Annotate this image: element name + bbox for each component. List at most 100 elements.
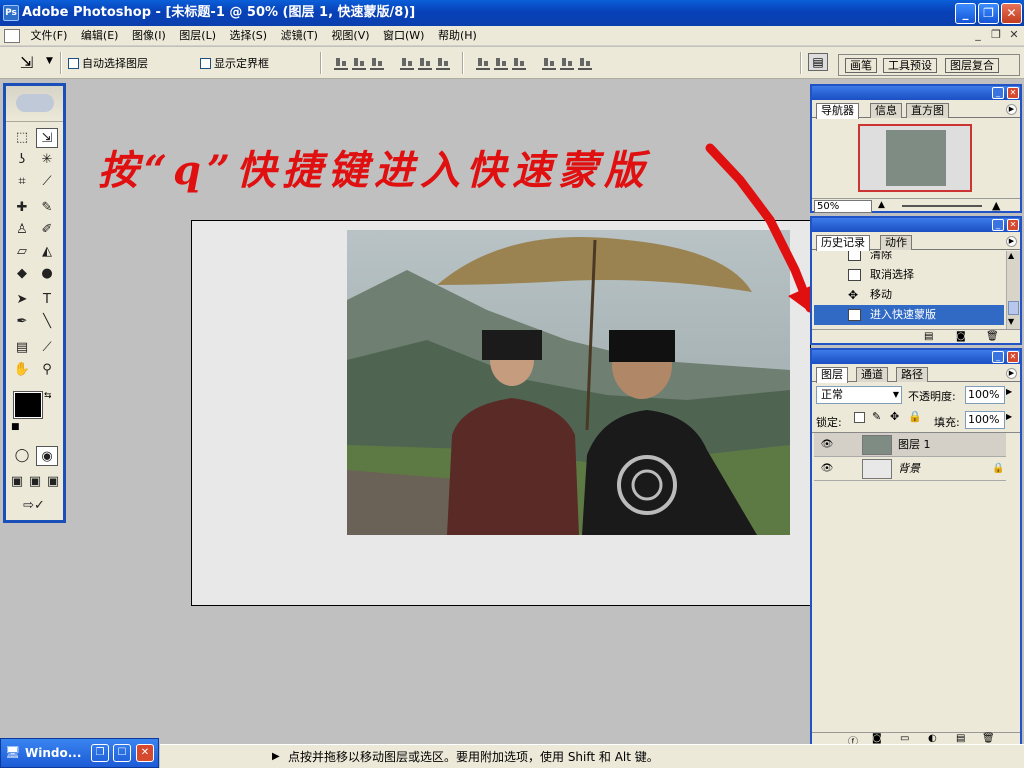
pen-tool-icon[interactable]: ✒ [11,312,33,332]
marquee-tool-icon[interactable]: ⬚ [11,128,33,148]
palette-minimize-button[interactable]: _ [992,87,1004,99]
tab-brushes[interactable]: 画笔 [845,58,877,73]
zoom-in-icon[interactable]: ▲ [992,199,1000,212]
scroll-down-icon[interactable]: ▼ [1008,317,1014,326]
screen-mode-full-icon[interactable]: ▣ [44,472,62,492]
palette-menu-icon[interactable]: ▶ [1006,368,1017,379]
path-select-icon[interactable]: ➤ [11,290,33,310]
brush-tool-icon[interactable]: ✎ [36,198,58,218]
layer-row[interactable]: 👁 图层 1 [814,433,1006,457]
adjustment-layer-icon[interactable]: ◐ [928,733,937,744]
stamp-tool-icon[interactable]: ♙ [11,220,33,240]
hand-tool-icon[interactable]: ✋ [11,360,33,380]
history-item[interactable]: ✥ 移动 [814,285,1004,305]
lasso-tool-icon[interactable]: ʖ [11,150,33,170]
screen-mode-standard-icon[interactable]: ▣ [8,472,26,492]
checkbox-box[interactable] [68,58,79,69]
lock-all-icon[interactable]: 🔒 [908,410,922,423]
doc-restore-button[interactable]: ❐ [988,29,1004,43]
palette-menu-icon[interactable]: ▶ [1006,104,1017,115]
restore-button[interactable]: ❐ [91,744,109,762]
show-bounds-checkbox[interactable]: 显示定界框 [200,57,269,71]
zoom-field[interactable]: 50% [814,200,872,213]
checkbox-box[interactable] [200,58,211,69]
palette-close-button[interactable]: ✕ [1007,87,1019,99]
file-browser-icon[interactable]: ▤ [808,53,828,71]
slice-tool-icon[interactable]: ⟋ [36,172,58,192]
chevron-down-icon[interactable]: ▼ [46,56,53,66]
history-item[interactable]: 取消选择 [814,265,1004,285]
menu-view[interactable]: 视图(V) [326,26,374,46]
doc-close-button[interactable]: ✕ [1006,29,1022,43]
history-item[interactable]: 清除 [814,251,1004,265]
opacity-field[interactable]: 100% [965,386,1005,404]
close-button[interactable]: ✕ [136,744,154,762]
navigator-thumbnail[interactable] [858,124,972,192]
new-document-icon[interactable]: ▤ [924,331,933,342]
minimize-button[interactable]: _ [955,3,976,24]
align-bottom-icon[interactable] [370,56,384,70]
history-scrollbar[interactable]: ▲ ▼ [1006,251,1020,329]
menu-file[interactable]: 文件(F) [26,26,73,46]
move-tool-icon[interactable]: ⇲ [36,128,58,148]
line-tool-icon[interactable]: ╲ [36,312,58,332]
zoom-out-icon[interactable]: ▲ [878,200,885,210]
palette-menu-icon[interactable]: ▶ [1006,236,1017,247]
distribute-hcenter-icon[interactable] [560,56,574,70]
layer-row[interactable]: 👁 背景 🔒 [814,457,1006,481]
history-brush-icon[interactable]: ✐ [36,220,58,240]
trash-icon[interactable]: 🗑 [982,733,995,744]
paint-bucket-icon[interactable]: ◭ [36,242,58,262]
new-group-icon[interactable]: ▭ [900,733,909,744]
tab-histogram[interactable]: 直方图 [906,103,949,118]
close-button[interactable]: ✕ [1001,3,1022,24]
dodge-tool-icon[interactable]: ● [36,264,58,284]
eraser-tool-icon[interactable]: ▱ [11,242,33,262]
type-tool-icon[interactable]: T [36,290,58,310]
jump-to-imageready-icon[interactable]: ⇨✓ [11,496,57,516]
align-right-icon[interactable] [436,56,450,70]
notes-tool-icon[interactable]: ▤ [11,338,33,358]
tab-history[interactable]: 历史记录 [816,235,870,251]
menu-filter[interactable]: 滤镜(T) [276,26,323,46]
tab-tool-presets[interactable]: 工具预设 [883,58,937,73]
lock-image-icon[interactable]: ✎ [872,410,881,423]
menu-image[interactable]: 图像(I) [127,26,171,46]
maximize-button[interactable]: ☐ [113,744,131,762]
status-menu-icon[interactable]: ▶ [272,745,280,768]
lock-position-icon[interactable]: ✥ [890,410,899,423]
tab-layer-comps[interactable]: 图层复合 [945,58,999,73]
swap-colors-icon[interactable]: ⇆ [44,391,52,401]
restore-button[interactable]: ❐ [978,3,999,24]
crop-tool-icon[interactable]: ⌗ [11,172,33,192]
tab-paths[interactable]: 路径 [896,367,928,382]
menu-window[interactable]: 窗口(W) [378,26,429,46]
history-item[interactable]: 进入快速蒙版 [814,305,1004,325]
tab-layers[interactable]: 图层 [816,367,848,383]
taskbar-window-button[interactable]: 🖥 Windo... ❐ ☐ ✕ [0,738,159,768]
menu-edit[interactable]: 编辑(E) [76,26,124,46]
distribute-bottom-icon[interactable] [512,56,526,70]
scroll-up-icon[interactable]: ▲ [1008,251,1014,260]
opacity-arrow-icon[interactable]: ▶ [1006,387,1012,396]
menu-select[interactable]: 选择(S) [225,26,273,46]
distribute-top-icon[interactable] [476,56,490,70]
screen-mode-full-menu-icon[interactable]: ▣ [26,472,44,492]
palette-minimize-button[interactable]: _ [992,351,1004,363]
doc-minimize-button[interactable]: _ [970,29,986,43]
layer-mask-icon[interactable]: ◙ [872,733,882,744]
foreground-color-swatch[interactable] [13,391,43,419]
tab-info[interactable]: 信息 [870,103,902,118]
trash-icon[interactable]: 🗑 [986,331,999,342]
eye-icon[interactable]: 👁 [817,457,837,481]
blend-mode-select[interactable]: 正常 ▼ [816,386,902,404]
zoom-slider[interactable] [902,205,982,207]
distribute-vcenter-icon[interactable] [494,56,508,70]
menu-help[interactable]: 帮助(H) [433,26,482,46]
palette-minimize-button[interactable]: _ [992,219,1004,231]
tab-navigator[interactable]: 导航器 [816,103,859,119]
align-left-icon[interactable] [400,56,414,70]
palette-close-button[interactable]: ✕ [1007,351,1019,363]
fill-arrow-icon[interactable]: ▶ [1006,412,1012,421]
align-top-icon[interactable] [334,56,348,70]
